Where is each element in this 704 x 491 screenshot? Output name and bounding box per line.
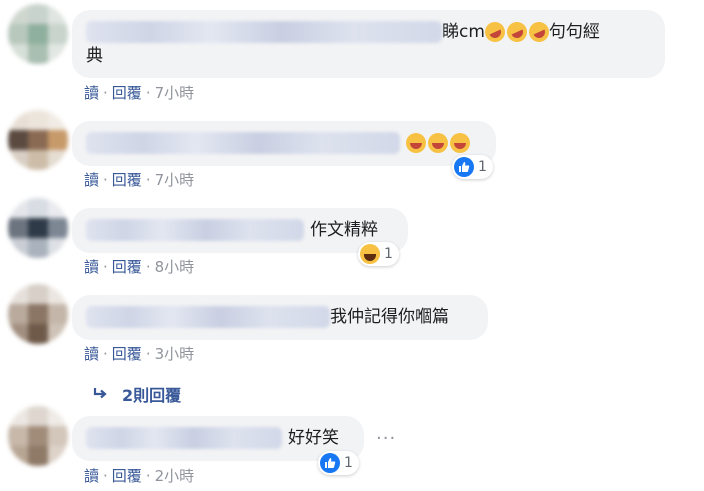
reaction-count[interactable]: 1 — [358, 242, 399, 266]
comment-text-tail: 句句經 — [548, 22, 600, 42]
replies-count-label: 2則回覆 — [122, 386, 182, 405]
separator: · — [145, 258, 151, 276]
comment-actions: 讀 · 回覆 · 2小時 — [84, 465, 194, 486]
separator: · — [145, 467, 151, 485]
redacted-text — [86, 21, 442, 43]
grinning-sweat-emoji-icon — [428, 133, 448, 153]
commenter-avatar[interactable] — [8, 198, 68, 258]
comment-text: 好好笑 — [288, 428, 339, 448]
separator: · — [103, 84, 108, 102]
redacted-text — [86, 306, 330, 328]
grinning-sweat-emoji-icon — [406, 133, 426, 153]
timestamp-link[interactable]: 2小時 — [155, 467, 195, 485]
read-link[interactable]: 讀 — [84, 467, 99, 485]
grinning-sweat-emoji-icon — [450, 133, 470, 153]
commenter-avatar[interactable] — [8, 4, 68, 64]
like-icon — [320, 453, 340, 473]
reaction-number: 1 — [478, 159, 487, 175]
haha-icon — [360, 244, 380, 264]
reply-link[interactable]: 回覆 — [112, 467, 142, 485]
separator: · — [103, 467, 108, 485]
separator: · — [145, 84, 151, 102]
rolling-laughing-emoji-icon — [481, 18, 509, 46]
separator: · — [103, 171, 108, 189]
reaction-number: 1 — [344, 455, 353, 471]
comment-actions: 讀 · 回覆 · 7小時 — [84, 169, 194, 190]
commenter-avatar[interactable] — [8, 284, 68, 344]
comment-actions: 讀 · 回覆 · 8小時 — [84, 256, 194, 277]
comment-text: 作文精粹 — [310, 220, 378, 240]
read-link[interactable]: 讀 — [84, 171, 99, 189]
read-link[interactable]: 讀 — [84, 345, 99, 363]
emoji-group — [406, 133, 470, 153]
separator: · — [145, 345, 151, 363]
commenter-avatar[interactable] — [8, 110, 68, 170]
redacted-text — [86, 132, 400, 154]
more-options-icon[interactable]: ··· — [376, 428, 396, 449]
read-link[interactable]: 讀 — [84, 84, 99, 102]
reply-arrow-icon — [93, 388, 107, 399]
like-icon — [454, 157, 474, 177]
reaction-count[interactable]: 1 — [318, 451, 359, 475]
timestamp-link[interactable]: 7小時 — [155, 171, 195, 189]
separator: · — [103, 345, 108, 363]
reply-link[interactable]: 回覆 — [112, 171, 142, 189]
comment-text: 睇cm — [442, 22, 485, 42]
reaction-number: 1 — [384, 246, 393, 262]
comment-bubble: 我仲記得你嗰篇 — [72, 295, 488, 340]
read-link[interactable]: 讀 — [84, 258, 99, 276]
rolling-laughing-emoji-icon — [503, 18, 531, 46]
comment-bubble — [72, 121, 496, 166]
view-replies-link[interactable]: 2則回覆 — [92, 382, 181, 406]
timestamp-link[interactable]: 3小時 — [155, 345, 195, 363]
separator: · — [145, 171, 151, 189]
comment-bubble: 睇cm 句句經 典 — [72, 10, 665, 78]
separator: · — [103, 258, 108, 276]
comment-actions: 讀 · 回覆 · 7小時 — [84, 82, 194, 103]
reaction-count[interactable]: 1 — [452, 155, 493, 179]
comment-text: 我仲記得你嗰篇 — [330, 307, 449, 327]
commenter-avatar[interactable] — [8, 406, 68, 466]
redacted-text — [86, 427, 282, 449]
reply-link[interactable]: 回覆 — [112, 258, 142, 276]
comment-actions: 讀 · 回覆 · 3小時 — [84, 343, 194, 364]
comment-text-line2: 典 — [86, 46, 103, 66]
timestamp-link[interactable]: 7小時 — [155, 84, 195, 102]
reply-link[interactable]: 回覆 — [112, 84, 142, 102]
redacted-text — [86, 219, 304, 241]
emoji-group — [481, 18, 553, 46]
reply-link[interactable]: 回覆 — [112, 345, 142, 363]
timestamp-link[interactable]: 8小時 — [155, 258, 195, 276]
comment-bubble: 作文精粹 — [72, 208, 408, 253]
